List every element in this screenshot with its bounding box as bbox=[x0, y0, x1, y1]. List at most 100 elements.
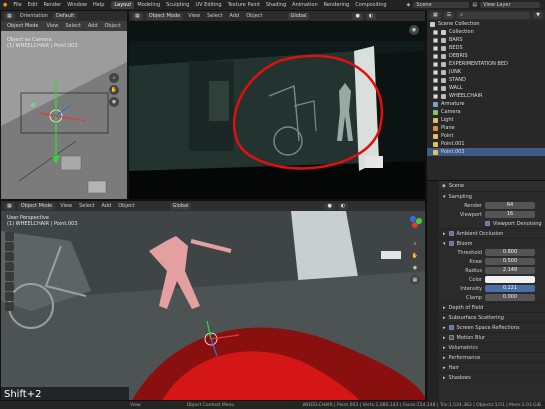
shading-rendered-icon[interactable]: ◐ bbox=[337, 202, 349, 210]
menu-file[interactable]: File bbox=[10, 2, 24, 8]
camera-view-icon[interactable]: ◉ bbox=[109, 97, 119, 107]
scale-tool-icon[interactable] bbox=[4, 272, 14, 281]
panel-hair[interactable]: ▸ Hair bbox=[439, 362, 545, 372]
bloom-color-swatch[interactable] bbox=[485, 276, 535, 283]
orientation-dropdown[interactable]: Default bbox=[52, 12, 78, 20]
menu-help[interactable]: Help bbox=[90, 2, 107, 8]
panel-performance[interactable]: ▸ Performance bbox=[439, 352, 545, 362]
view-layer-icon[interactable]: ▤ bbox=[469, 2, 480, 8]
viewport-denoising-checkbox[interactable] bbox=[485, 221, 490, 226]
editor-type-button[interactable]: ▦ bbox=[4, 202, 15, 210]
panel-screen-space-reflections[interactable]: ▸ Screen Space Reflections bbox=[439, 322, 545, 332]
tab-modeling[interactable]: Modeling bbox=[134, 1, 163, 9]
render-samples-field[interactable]: 64 bbox=[485, 202, 535, 209]
outliner-item[interactable]: Camera bbox=[427, 108, 545, 116]
scene-icon[interactable]: ◈ bbox=[404, 2, 414, 8]
display-mode-icon[interactable]: ☰ bbox=[443, 11, 455, 19]
outliner-item[interactable]: BEDS bbox=[427, 44, 545, 52]
filter-icon[interactable]: ▼ bbox=[533, 11, 543, 19]
bloom-threshold-field[interactable]: 0.800 bbox=[485, 249, 535, 256]
pan-hand-icon[interactable]: ✋ bbox=[109, 85, 119, 95]
left-navigation-gizmo[interactable]: ⌕ ✋ ◉ bbox=[109, 73, 127, 107]
checkbox[interactable] bbox=[433, 45, 438, 51]
shading-solid-icon[interactable]: ● bbox=[352, 12, 363, 20]
bottom-viewport[interactable]: ▦ Object Mode View Select Add Object Glo… bbox=[0, 200, 426, 401]
editor-type-button[interactable]: ▦ bbox=[4, 12, 15, 20]
viewport-samples-field[interactable]: 16 bbox=[485, 211, 535, 218]
mode-dropdown[interactable]: Object Mode bbox=[4, 22, 42, 30]
panel-volumetrics[interactable]: ▸ Volumetrics bbox=[439, 342, 545, 352]
outliner-item[interactable]: Point.001 bbox=[427, 140, 545, 148]
outliner-item[interactable]: EXPERIMENTATION BED bbox=[427, 60, 545, 68]
editor-type-button[interactable]: ▦ bbox=[132, 12, 143, 20]
bloom-intensity-field[interactable]: 0.221 bbox=[485, 285, 535, 292]
search-input[interactable]: ⌕ bbox=[457, 11, 531, 19]
ao-checkbox[interactable] bbox=[448, 231, 454, 236]
axis-gizmo-icon[interactable] bbox=[405, 215, 425, 235]
outliner-item[interactable]: WALL bbox=[427, 84, 545, 92]
mode-dropdown[interactable]: Object Mode bbox=[145, 12, 184, 20]
camera-view-icon[interactable]: ◉ bbox=[410, 263, 420, 273]
zoom-icon[interactable]: ⌕ bbox=[410, 239, 420, 249]
tab-layout[interactable]: Layout bbox=[111, 1, 135, 9]
editor-type-button[interactable]: ▦ bbox=[430, 11, 441, 19]
top-viewport[interactable]: ▦ Object Mode View Select Add Object Glo… bbox=[128, 10, 426, 200]
menu-edit[interactable]: Edit bbox=[25, 2, 41, 8]
annotate-tool-icon[interactable] bbox=[4, 292, 14, 301]
menu-select[interactable]: Select bbox=[63, 23, 82, 29]
menu-object[interactable]: Object bbox=[103, 23, 123, 29]
shading-solid-icon[interactable]: ● bbox=[324, 202, 335, 210]
checkbox[interactable] bbox=[433, 69, 438, 75]
menu-view[interactable]: View bbox=[58, 203, 74, 209]
outliner-item[interactable]: Plane bbox=[427, 124, 545, 132]
outliner-item[interactable]: WHEELCHAIR bbox=[427, 92, 545, 100]
menu-select[interactable]: Select bbox=[77, 203, 96, 209]
bloom-radius-field[interactable]: 2.148 bbox=[485, 267, 535, 274]
panel-sampling[interactable]: ▾ Sampling bbox=[439, 191, 545, 201]
tab-uv-editing[interactable]: UV Editing bbox=[192, 1, 224, 9]
measure-tool-icon[interactable] bbox=[4, 302, 14, 311]
zoom-icon[interactable]: ⌕ bbox=[109, 73, 119, 83]
camera-view-icon[interactable]: ◉ bbox=[409, 25, 419, 35]
tab-shading[interactable]: Shading bbox=[263, 1, 289, 9]
cursor-tool-icon[interactable] bbox=[4, 242, 14, 251]
checkbox[interactable] bbox=[433, 53, 438, 59]
tab-sculpting[interactable]: Sculpting bbox=[163, 1, 192, 9]
outliner-item[interactable]: STAND bbox=[427, 76, 545, 84]
panel-shadows[interactable]: ▸ Shadows bbox=[439, 372, 545, 382]
menu-add[interactable]: Add bbox=[100, 203, 114, 209]
motion-blur-checkbox[interactable] bbox=[448, 335, 454, 340]
panel-ambient-occlusion[interactable]: ▸ Ambient Occlusion bbox=[439, 228, 545, 238]
ssr-checkbox[interactable] bbox=[448, 325, 454, 330]
menu-render[interactable]: Render bbox=[40, 2, 64, 8]
shading-rendered-icon[interactable]: ◐ bbox=[365, 12, 377, 20]
panel-subsurface-scattering[interactable]: ▸ Subsurface Scattering bbox=[439, 312, 545, 322]
pan-hand-icon[interactable]: ✋ bbox=[410, 251, 420, 261]
outliner-item[interactable]: JUNK bbox=[427, 68, 545, 76]
outliner-item[interactable]: Light bbox=[427, 116, 545, 124]
checkbox[interactable] bbox=[433, 77, 438, 83]
view-layer-selector[interactable]: View Layer bbox=[480, 2, 541, 8]
checkbox[interactable] bbox=[433, 93, 438, 99]
tab-rendering[interactable]: Rendering bbox=[321, 1, 353, 9]
blender-logo-icon[interactable]: ● bbox=[0, 2, 10, 8]
rotate-tool-icon[interactable] bbox=[4, 262, 14, 271]
checkbox[interactable] bbox=[433, 29, 438, 35]
transform-tool-icon[interactable] bbox=[4, 282, 14, 291]
tab-animation[interactable]: Animation bbox=[289, 1, 321, 9]
outliner-item[interactable]: DEBRIS bbox=[427, 52, 545, 60]
outliner-scene-collection[interactable]: Scene Collection bbox=[427, 20, 545, 28]
top-navigation-gizmo[interactable]: ◉ bbox=[409, 25, 425, 35]
outliner-item[interactable]: BARS bbox=[427, 36, 545, 44]
tab-texture-paint[interactable]: Texture Paint bbox=[225, 1, 263, 9]
transform-orientation-dropdown[interactable]: Global bbox=[287, 12, 310, 20]
menu-add[interactable]: Add bbox=[228, 13, 242, 19]
scene-selector[interactable]: Scene bbox=[413, 2, 470, 8]
menu-object[interactable]: Object bbox=[244, 13, 264, 19]
bottom-navigation-gizmo[interactable]: ⌕ ✋ ◉ ▦ bbox=[405, 215, 425, 285]
move-tool-icon[interactable] bbox=[4, 252, 14, 261]
mode-dropdown[interactable]: Object Mode bbox=[17, 202, 56, 210]
menu-object[interactable]: Object bbox=[116, 203, 136, 209]
bloom-clamp-field[interactable]: 0.000 bbox=[485, 294, 535, 301]
tab-compositing[interactable]: Compositing bbox=[352, 1, 389, 9]
